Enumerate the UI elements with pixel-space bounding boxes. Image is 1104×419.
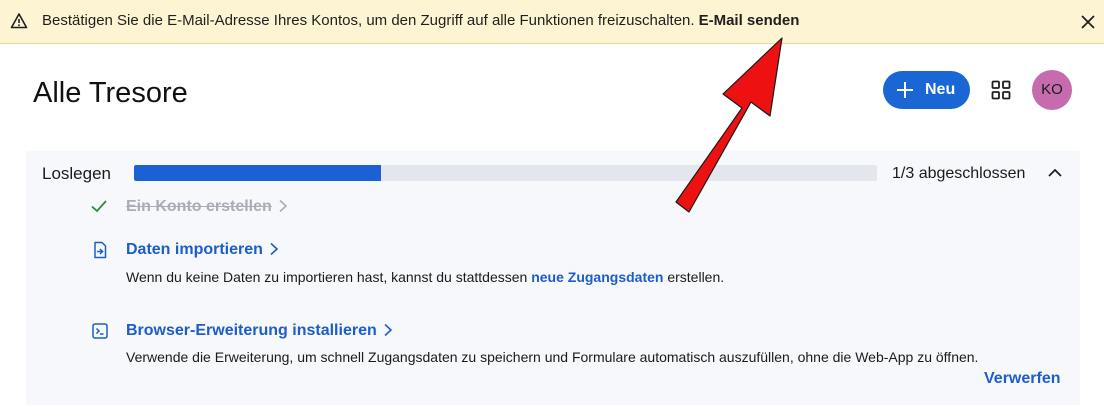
getting-started-title: Loslegen	[42, 164, 112, 183]
progress-bar	[134, 165, 877, 181]
banner-message: Bestätigen Sie die E-Mail-Adresse Ihres …	[42, 12, 799, 30]
chevron-right-icon	[270, 242, 279, 256]
check-icon	[91, 200, 107, 213]
step-create-account-label: Ein Konto erstellen	[126, 198, 272, 215]
step-install-extension-description: Verwende die Erweiterung, um schnell Zug…	[126, 349, 979, 365]
progress-status: 1/3 abgeschlossen	[892, 165, 1026, 182]
new-button-label: Neu	[925, 81, 956, 98]
step-import-data-label: Daten importieren	[126, 241, 263, 258]
step-install-extension-label: Browser-Erweiterung installieren	[126, 322, 377, 339]
send-email-link[interactable]: E-Mail senden	[699, 12, 800, 29]
new-credentials-link[interactable]: neue Zugangsdaten	[531, 269, 663, 285]
plus-icon	[897, 82, 913, 98]
dismiss-button[interactable]: Verwerfen	[984, 369, 1060, 389]
new-button[interactable]: Neu	[883, 71, 970, 109]
step-install-extension[interactable]: Browser-Erweiterung installieren	[126, 321, 393, 341]
chevron-right-icon	[384, 323, 392, 337]
extension-icon	[92, 323, 108, 339]
grid-icon[interactable]	[990, 79, 1012, 101]
page-title: Alle Tresore	[33, 77, 188, 109]
step-import-data[interactable]: Daten importieren	[126, 240, 279, 260]
chevron-up-icon[interactable]	[1046, 164, 1064, 182]
email-verification-banner: Bestätigen Sie die E-Mail-Adresse Ihres …	[0, 0, 1104, 44]
import-icon	[94, 241, 107, 259]
warning-icon	[10, 13, 28, 29]
close-icon[interactable]	[1078, 12, 1098, 32]
import-desc-after: erstellen.	[667, 269, 725, 285]
banner-message-text: Bestätigen Sie die E-Mail-Adresse Ihres …	[42, 12, 695, 29]
import-desc-before: Wenn du keine Daten zu importieren hast,…	[126, 269, 528, 285]
step-create-account[interactable]: Ein Konto erstellen	[126, 197, 288, 217]
avatar[interactable]: KO	[1032, 70, 1072, 110]
progress-bar-fill	[134, 165, 382, 181]
step-import-data-description: Wenn du keine Daten zu importieren hast,…	[126, 268, 724, 286]
getting-started-card: Loslegen 1/3 abgeschlossen Ein Konto ers…	[26, 151, 1080, 405]
chevron-right-icon	[279, 199, 287, 213]
